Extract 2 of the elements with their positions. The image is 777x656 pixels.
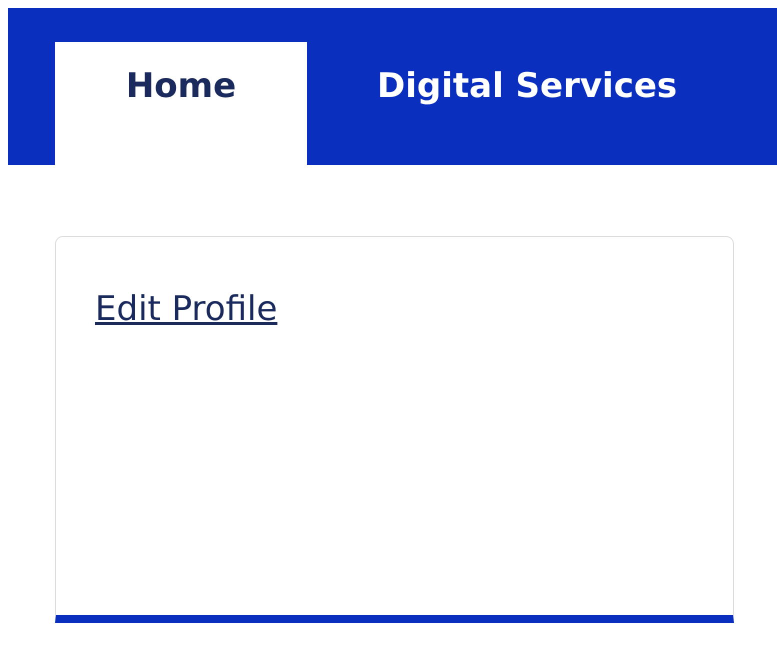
nav-tab[interactable]: Digital Services bbox=[307, 42, 712, 165]
edit-profile-link[interactable]: Edit Profile bbox=[95, 289, 278, 329]
